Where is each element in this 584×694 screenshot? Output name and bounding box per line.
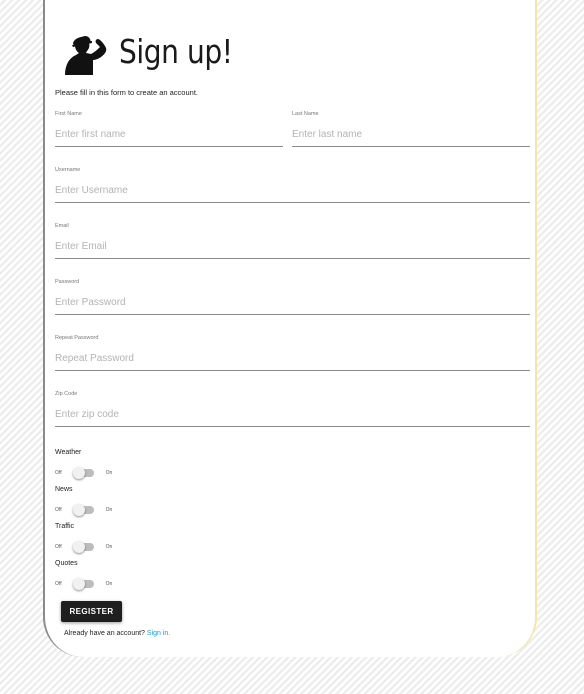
last-name-field: Last Name [292, 111, 530, 147]
page-title: Sign up! [119, 31, 233, 71]
quotes-toggle-group: Quotes Off On [55, 560, 113, 590]
username-input[interactable] [55, 185, 530, 203]
password-input[interactable] [55, 297, 530, 315]
last-name-input[interactable] [292, 129, 530, 147]
repeat-password-input[interactable] [55, 353, 530, 371]
quotes-switch[interactable] [72, 578, 94, 590]
first-name-field: First Name [55, 111, 283, 147]
quotes-toggle-row: Off On [55, 578, 113, 590]
zip-code-field: Zip Code [55, 391, 530, 427]
zip-code-label: Zip Code [55, 391, 78, 397]
register-button[interactable]: REGISTER [61, 601, 122, 622]
traffic-off-label: Off [55, 544, 62, 550]
traffic-on-label: On [105, 544, 113, 550]
repeat-password-field: Repeat Password [55, 335, 530, 371]
news-switch[interactable] [72, 504, 94, 516]
news-toggle-group: News Off On [55, 486, 113, 516]
signup-card: Sign up! Please fill in this form to cre… [43, 0, 537, 657]
username-label: Username [55, 167, 81, 173]
last-name-label: Last Name [292, 111, 319, 117]
username-field: Username [55, 167, 530, 203]
repeat-password-label: Repeat Password [55, 335, 99, 341]
quotes-on-label: On [105, 581, 113, 587]
signin-link[interactable]: Sign in. [147, 630, 170, 637]
email-label: Email [55, 223, 69, 229]
weather-toggle-group: Weather Off On [55, 449, 113, 479]
traffic-switch-knob[interactable] [72, 541, 85, 553]
form-header: Sign up! [55, 26, 253, 76]
signin-prompt-text: Already have an account? [64, 630, 145, 637]
signin-prompt: Already have an account? Sign in. [64, 630, 170, 637]
quotes-toggle-title: Quotes [55, 560, 78, 567]
traffic-toggle-title: Traffic [55, 523, 75, 530]
weather-toggle-title: Weather [55, 449, 82, 456]
email-input[interactable] [55, 241, 530, 259]
first-name-label: First Name [55, 111, 82, 117]
password-label: Password [55, 279, 80, 285]
quotes-switch-knob[interactable] [72, 578, 85, 590]
weather-switch-knob[interactable] [72, 467, 85, 479]
quotes-off-label: Off [55, 581, 62, 587]
weather-off-label: Off [55, 470, 62, 476]
news-toggle-row: Off On [55, 504, 113, 516]
news-toggle-title: News [55, 486, 73, 493]
traffic-toggle-group: Traffic Off On [55, 523, 113, 553]
saluting-soldier-icon [65, 36, 107, 75]
form-intro: Please fill in this form to create an ac… [55, 88, 198, 97]
email-field: Email [55, 223, 530, 259]
weather-on-label: On [105, 470, 113, 476]
traffic-switch[interactable] [72, 541, 94, 553]
password-field: Password [55, 279, 530, 315]
weather-toggle-row: Off On [55, 467, 113, 479]
zip-code-input[interactable] [55, 409, 530, 427]
news-switch-knob[interactable] [72, 504, 85, 516]
news-off-label: Off [55, 507, 62, 513]
first-name-input[interactable] [55, 129, 283, 147]
weather-switch[interactable] [72, 467, 94, 479]
traffic-toggle-row: Off On [55, 541, 113, 553]
news-on-label: On [105, 507, 113, 513]
